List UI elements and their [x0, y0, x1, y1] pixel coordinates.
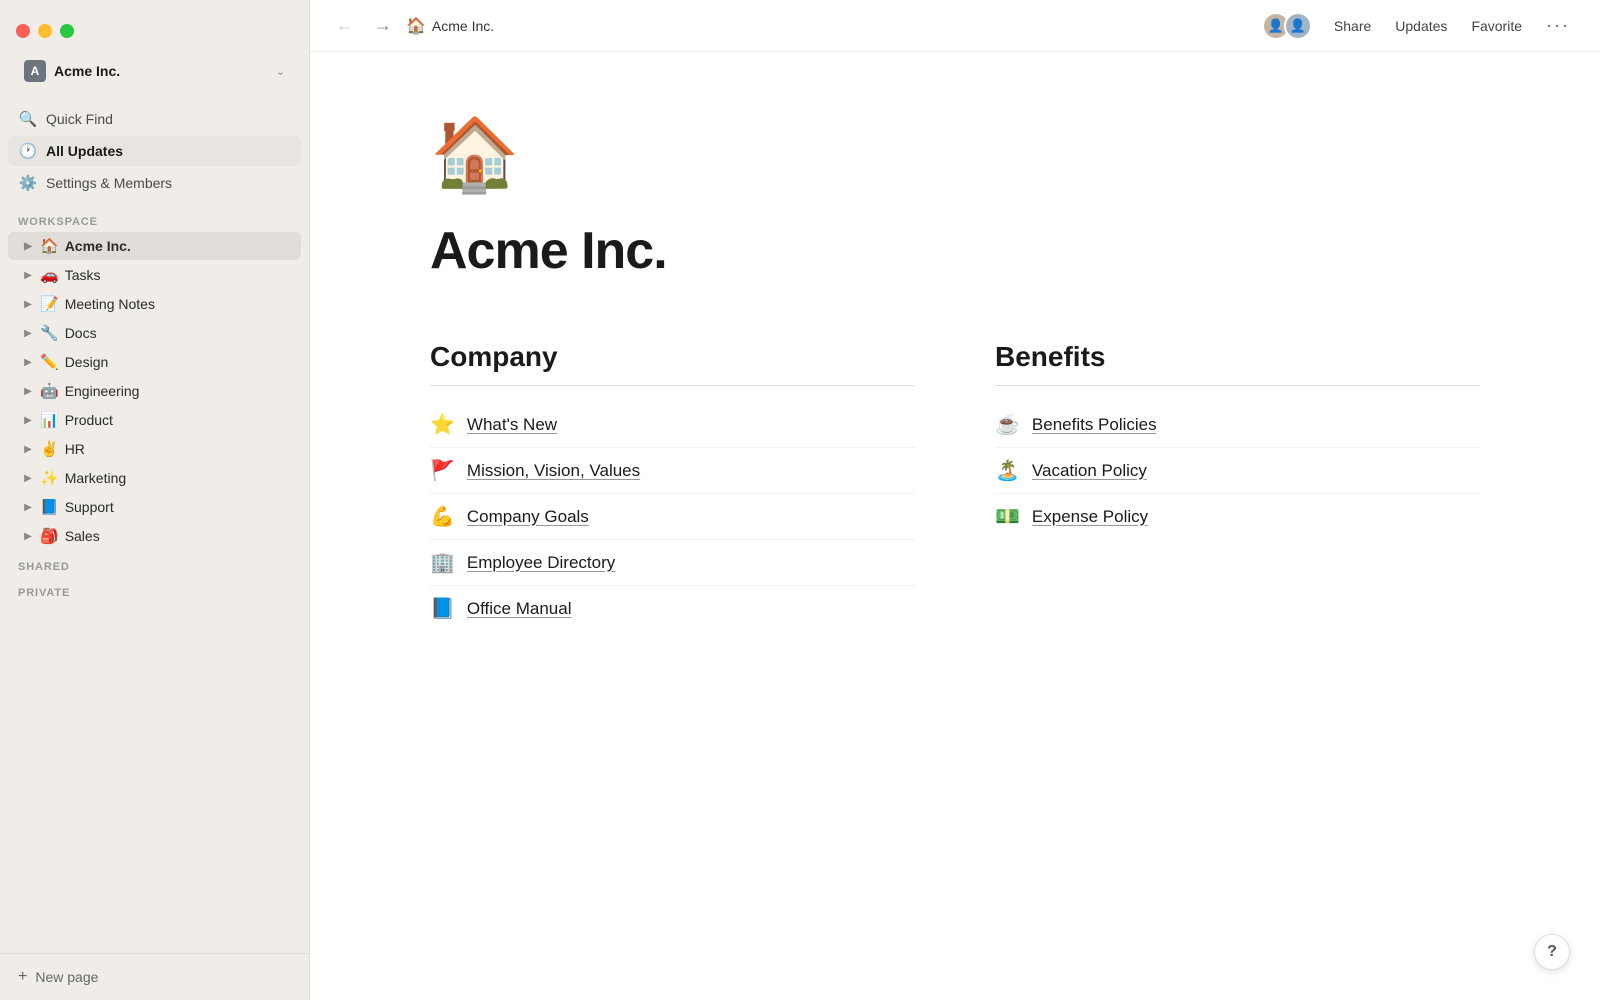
sidebar-bottom: + New page [0, 953, 309, 1000]
page-title: Acme Inc. [432, 18, 494, 34]
benefits-heading: Benefits [995, 341, 1480, 386]
more-options-button[interactable]: ··· [1536, 10, 1580, 41]
list-item[interactable]: 🏢 Employee Directory [430, 540, 915, 586]
employee-directory-link[interactable]: Employee Directory [467, 553, 615, 573]
main-content: ← → 🏠 Acme Inc. 👤 👤 Share Updates Favori… [310, 0, 1600, 1000]
benefits-links-list: ☕ Benefits Policies 🏝️ Vacation Policy 💵… [995, 402, 1480, 539]
office-manual-link[interactable]: Office Manual [467, 599, 572, 619]
expand-arrow-icon: ▶ [22, 473, 34, 484]
clock-icon: 🕐 [18, 142, 38, 160]
sidebar-item-all-updates[interactable]: 🕐 All Updates [8, 136, 301, 166]
list-item[interactable]: 💪 Company Goals [430, 494, 915, 540]
whats-new-emoji: ⭐ [430, 412, 455, 437]
page-emoji: 🏠 [406, 16, 426, 36]
page-main-title: Acme Inc. [430, 221, 1480, 281]
traffic-lights [16, 16, 293, 38]
sidebar-item-support[interactable]: ▶ 📘 Support [8, 493, 301, 521]
chevron-down-icon: ⌄ [276, 65, 285, 78]
updates-button[interactable]: Updates [1385, 13, 1457, 39]
manual-emoji: 📘 [430, 596, 455, 621]
collaborator-avatars: 👤 👤 [1262, 12, 1312, 40]
workspace-name: Acme Inc. [54, 63, 268, 79]
expand-arrow-icon: ▶ [22, 444, 34, 455]
toolbar: ← → 🏠 Acme Inc. 👤 👤 Share Updates Favori… [310, 0, 1600, 52]
sidebar-item-sales[interactable]: ▶ 🎒 Sales [8, 522, 301, 550]
shared-section-label: SHARED [0, 551, 309, 577]
list-item[interactable]: 💵 Expense Policy [995, 494, 1480, 539]
sidebar-item-hr[interactable]: ▶ ✌️ HR [8, 435, 301, 463]
hero-emoji: 🏠 [430, 112, 1480, 197]
sidebar-item-quick-find[interactable]: 🔍 Quick Find [8, 104, 301, 134]
expand-arrow-icon: ▶ [22, 386, 34, 397]
expand-arrow-icon: ▶ [22, 502, 34, 513]
maximize-button[interactable] [60, 24, 74, 38]
avatar-2: 👤 [1284, 12, 1312, 40]
benefits-policies-link[interactable]: Benefits Policies [1032, 415, 1157, 435]
company-goals-link[interactable]: Company Goals [467, 507, 589, 527]
toolbar-actions: 👤 👤 Share Updates Favorite ··· [1262, 10, 1580, 41]
workspace-icon: A [24, 60, 46, 82]
benefits-section: Benefits ☕ Benefits Policies 🏝️ Vacation… [995, 341, 1480, 631]
vacation-policy-link[interactable]: Vacation Policy [1032, 461, 1147, 481]
directory-emoji: 🏢 [430, 550, 455, 575]
new-page-button[interactable]: + New page [8, 962, 301, 992]
sidebar: A Acme Inc. ⌄ 🔍 Quick Find 🕐 All Updates… [0, 0, 310, 1000]
forward-button[interactable]: → [368, 11, 398, 40]
list-item[interactable]: 📘 Office Manual [430, 586, 915, 631]
workspace-tree: ▶ 🏠 Acme Inc. ▶ 🚗 Tasks ▶ 📝 Meeting Note… [0, 232, 309, 551]
list-item[interactable]: 🚩 Mission, Vision, Values [430, 448, 915, 494]
sidebar-item-product[interactable]: ▶ 📊 Product [8, 406, 301, 434]
list-item[interactable]: 🏝️ Vacation Policy [995, 448, 1480, 494]
favorite-button[interactable]: Favorite [1461, 13, 1532, 39]
expand-arrow-icon: ▶ [22, 328, 34, 339]
company-heading: Company [430, 341, 915, 386]
expand-arrow-icon: ▶ [22, 357, 34, 368]
sidebar-item-settings[interactable]: ⚙️ Settings & Members [8, 168, 301, 198]
benefits-policies-emoji: ☕ [995, 412, 1020, 437]
whats-new-link[interactable]: What's New [467, 415, 557, 435]
company-links-list: ⭐ What's New 🚩 Mission, Vision, Values 💪… [430, 402, 915, 631]
close-button[interactable] [16, 24, 30, 38]
workspace-section-label: WORKSPACE [0, 204, 309, 232]
mission-emoji: 🚩 [430, 458, 455, 483]
expand-arrow-icon: ▶ [22, 415, 34, 426]
goals-emoji: 💪 [430, 504, 455, 529]
expand-arrow-icon: ▶ [22, 241, 34, 252]
list-item[interactable]: ⭐ What's New [430, 402, 915, 448]
mission-link[interactable]: Mission, Vision, Values [467, 461, 640, 481]
expand-arrow-icon: ▶ [22, 531, 34, 542]
list-item[interactable]: ☕ Benefits Policies [995, 402, 1480, 448]
sidebar-item-marketing[interactable]: ▶ ✨ Marketing [8, 464, 301, 492]
sidebar-item-design[interactable]: ▶ ✏️ Design [8, 348, 301, 376]
breadcrumb: 🏠 Acme Inc. [406, 16, 1254, 36]
help-button[interactable]: ? [1534, 934, 1570, 970]
workspace-header[interactable]: A Acme Inc. ⌄ [16, 54, 293, 88]
company-section: Company ⭐ What's New 🚩 Mission, Vision, … [430, 341, 915, 631]
sidebar-item-meeting-notes[interactable]: ▶ 📝 Meeting Notes [8, 290, 301, 318]
vacation-emoji: 🏝️ [995, 458, 1020, 483]
expense-policy-link[interactable]: Expense Policy [1032, 507, 1148, 527]
expand-arrow-icon: ▶ [22, 270, 34, 281]
expand-arrow-icon: ▶ [22, 299, 34, 310]
search-icon: 🔍 [18, 110, 38, 128]
share-button[interactable]: Share [1324, 13, 1381, 39]
gear-icon: ⚙️ [18, 174, 38, 192]
minimize-button[interactable] [38, 24, 52, 38]
plus-icon: + [18, 968, 27, 986]
sidebar-item-docs[interactable]: ▶ 🔧 Docs [8, 319, 301, 347]
back-button[interactable]: ← [330, 11, 360, 40]
sidebar-item-acme-inc[interactable]: ▶ 🏠 Acme Inc. [8, 232, 301, 260]
sidebar-item-tasks[interactable]: ▶ 🚗 Tasks [8, 261, 301, 289]
page-body: 🏠 Acme Inc. Company ⭐ What's New 🚩 Missi… [310, 52, 1600, 1000]
sidebar-item-engineering[interactable]: ▶ 🤖 Engineering [8, 377, 301, 405]
content-grid: Company ⭐ What's New 🚩 Mission, Vision, … [430, 341, 1480, 631]
sidebar-nav: 🔍 Quick Find 🕐 All Updates ⚙️ Settings &… [0, 100, 309, 204]
private-section-label: PRIVATE [0, 577, 309, 603]
expense-emoji: 💵 [995, 504, 1020, 529]
